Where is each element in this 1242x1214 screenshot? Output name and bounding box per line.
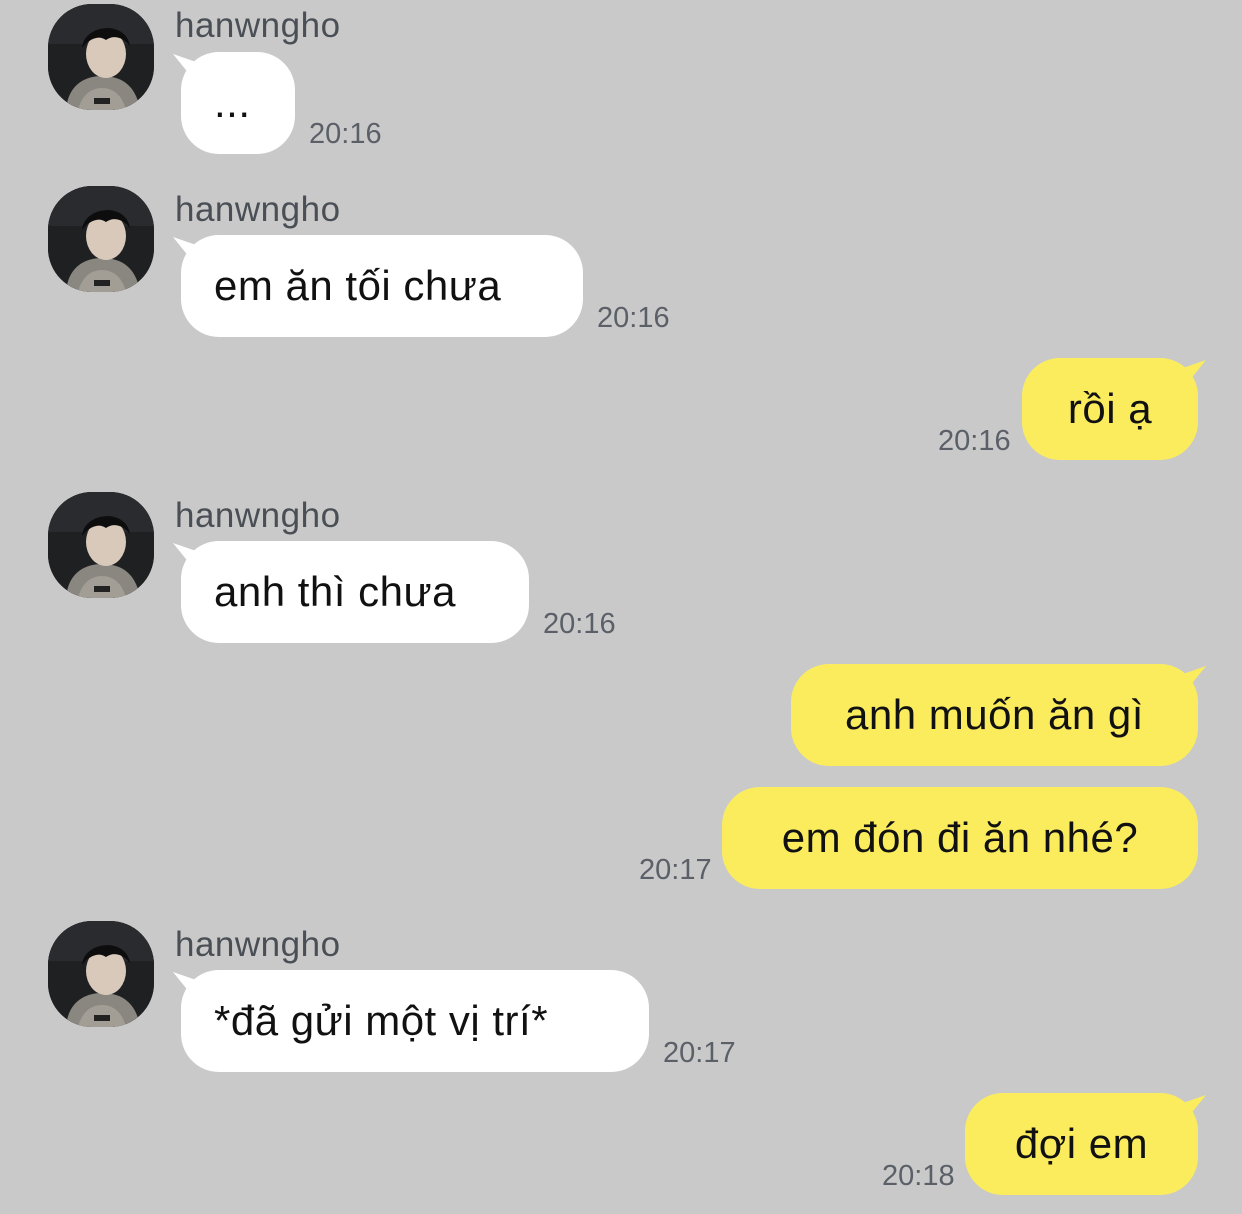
avatar[interactable] [48,4,154,110]
message-text: em ăn tối chưa [214,262,502,309]
avatar[interactable] [48,921,154,1027]
message-text: *đã gửi một vị trí* [214,997,549,1044]
message-bubble-outgoing[interactable]: đợi em [965,1093,1198,1195]
message-timestamp: 20:16 [597,302,670,334]
avatar[interactable] [48,186,154,292]
sender-name: hanwngho [175,6,341,45]
sender-name: hanwngho [175,925,341,964]
message-text: anh thì chưa [214,568,456,615]
message-bubble-outgoing[interactable]: em đón đi ăn nhé? [722,787,1198,889]
message-timestamp: 20:17 [639,854,712,886]
message-timestamp: 20:16 [938,425,1011,457]
avatar[interactable] [48,492,154,598]
message-text: ... [214,79,251,126]
message-bubble-incoming[interactable]: em ăn tối chưa [181,235,583,337]
avatar-image [48,4,154,110]
message-bubble-outgoing[interactable]: anh muốn ăn gì [791,664,1198,766]
message-timestamp: 20:18 [882,1160,955,1192]
message-timestamp: 20:17 [663,1037,736,1069]
avatar-image [48,186,154,292]
message-bubble-outgoing[interactable]: rồi ạ [1022,358,1198,460]
message-text: rồi ạ [1067,385,1153,432]
message-bubble-incoming[interactable]: *đã gửi một vị trí* [181,970,649,1072]
message-text: anh muốn ăn gì [845,691,1144,738]
message-bubble-incoming[interactable]: anh thì chưa [181,541,529,643]
avatar-image [48,492,154,598]
message-text: đợi em [1014,1120,1149,1167]
sender-name: hanwngho [175,190,341,229]
message-timestamp: 20:16 [309,118,382,150]
message-timestamp: 20:16 [543,608,616,640]
avatar-image [48,921,154,1027]
sender-name: hanwngho [175,496,341,535]
message-bubble-incoming[interactable]: ... [181,52,295,154]
message-text: em đón đi ăn nhé? [781,814,1139,861]
